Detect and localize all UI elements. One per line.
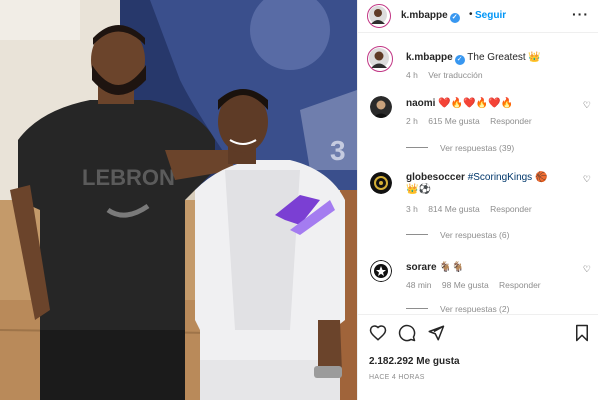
caption-avatar[interactable] — [367, 46, 393, 72]
post-actions: 2.182.292 Me gusta HACE 4 HORAS — [358, 314, 598, 400]
svg-text:3: 3 — [330, 135, 346, 166]
comment-body-line2: 👑⚽ — [406, 184, 431, 195]
commenter-username[interactable]: naomi — [406, 98, 435, 109]
comment-likes[interactable]: 98 Me gusta — [442, 280, 489, 290]
view-replies-label[interactable]: Ver respuestas (6) — [440, 230, 509, 240]
view-replies-button[interactable]: Ver respuestas (39) — [406, 143, 514, 153]
heart-icon[interactable] — [369, 324, 387, 342]
comment-meta: 48 min 98 Me gusta Responder — [406, 280, 549, 290]
like-comment-heart-icon[interactable]: ♡ — [583, 264, 591, 275]
avatar-image — [369, 6, 387, 24]
view-replies-label[interactable]: Ver respuestas (2) — [440, 304, 509, 314]
avatar-image — [370, 96, 392, 118]
share-icon[interactable] — [427, 324, 445, 342]
comment-body: sorare 🐐🐐 — [406, 262, 464, 273]
verified-icon: ✓ — [449, 13, 460, 23]
view-replies-button[interactable]: Ver respuestas (6) — [406, 230, 509, 240]
author-avatar[interactable] — [367, 4, 391, 28]
comment-meta: 3 h 814 Me gusta Responder — [406, 204, 540, 214]
commenter-avatar[interactable] — [370, 260, 392, 282]
commenter-username[interactable]: globesoccer — [406, 172, 465, 183]
follow-button[interactable]: Seguir — [475, 10, 506, 21]
post-timestamp: HACE 4 HORAS — [369, 374, 425, 381]
like-comment-heart-icon[interactable]: ♡ — [583, 100, 591, 111]
caption-meta: 4 h Ver traducción — [406, 70, 483, 80]
comment-likes[interactable]: 615 Me gusta — [428, 116, 480, 126]
comment-body: naomi ❤️🔥❤️🔥❤️🔥 — [406, 98, 513, 109]
comment-body: globesoccer #ScoringKings 🏀 — [406, 172, 547, 183]
commenter-username[interactable]: sorare — [406, 262, 437, 273]
avatar-image — [369, 48, 389, 68]
replies-divider — [406, 308, 428, 309]
reply-button[interactable]: Responder — [499, 280, 541, 290]
likes-count[interactable]: 2.182.292 Me gusta — [369, 356, 460, 367]
photo-illustration: 3 LEBRON — [0, 0, 357, 400]
commenter-avatar[interactable] — [370, 172, 392, 194]
comment-text: 🐐🐐 — [439, 262, 465, 273]
avatar-image — [370, 172, 392, 194]
comment-time: 2 h — [406, 116, 418, 126]
replies-divider — [406, 234, 428, 235]
view-replies-button[interactable]: Ver respuestas (2) — [406, 304, 509, 314]
author-username[interactable]: k.mbappe ✓ — [401, 10, 460, 23]
avatar-image — [370, 260, 392, 282]
view-replies-label[interactable]: Ver respuestas (39) — [440, 143, 514, 153]
caption-time: 4 h — [406, 70, 418, 80]
comment-meta: 2 h 615 Me gusta Responder — [406, 116, 540, 126]
post-sidebar: k.mbappe ✓ • Seguir ··· k.mbappe ✓ The Gre… — [357, 0, 598, 400]
commenter-avatar[interactable] — [370, 96, 392, 118]
reply-button[interactable]: Responder — [490, 116, 532, 126]
instagram-post: 3 LEBRON k.mbappe ✓ • Seguir ··· k.mbapp… — [0, 0, 598, 400]
comment-text: #ScoringKings 🏀 — [467, 172, 548, 183]
bookmark-icon[interactable] — [573, 324, 591, 342]
caption-text: The Greatest 👑 — [467, 52, 541, 63]
author-username-text[interactable]: k.mbappe — [401, 10, 448, 21]
caption: k.mbappe ✓ The Greatest 👑 — [406, 52, 541, 65]
post-photo[interactable]: 3 LEBRON — [0, 0, 357, 400]
like-comment-heart-icon[interactable]: ♡ — [583, 174, 591, 185]
comment-time: 48 min — [406, 280, 432, 290]
comment-icon[interactable] — [398, 324, 416, 342]
comment-text: ❤️🔥❤️🔥❤️🔥 — [438, 98, 513, 109]
comments-list[interactable]: k.mbappe ✓ The Greatest 👑 4 h Ver traducc… — [358, 34, 598, 314]
replies-divider — [406, 147, 428, 148]
reply-button[interactable]: Responder — [490, 204, 532, 214]
post-header: k.mbappe ✓ • Seguir ··· — [358, 0, 598, 33]
caption-username[interactable]: k.mbappe — [406, 52, 453, 63]
verified-icon: ✓ — [454, 55, 465, 65]
header-separator: • — [469, 9, 473, 20]
comment-likes[interactable]: 814 Me gusta — [428, 204, 480, 214]
translate-link[interactable]: Ver traducción — [428, 70, 482, 80]
comment-time: 3 h — [406, 204, 418, 214]
svg-text:LEBRON: LEBRON — [82, 165, 175, 190]
more-icon[interactable]: ··· — [572, 7, 589, 21]
